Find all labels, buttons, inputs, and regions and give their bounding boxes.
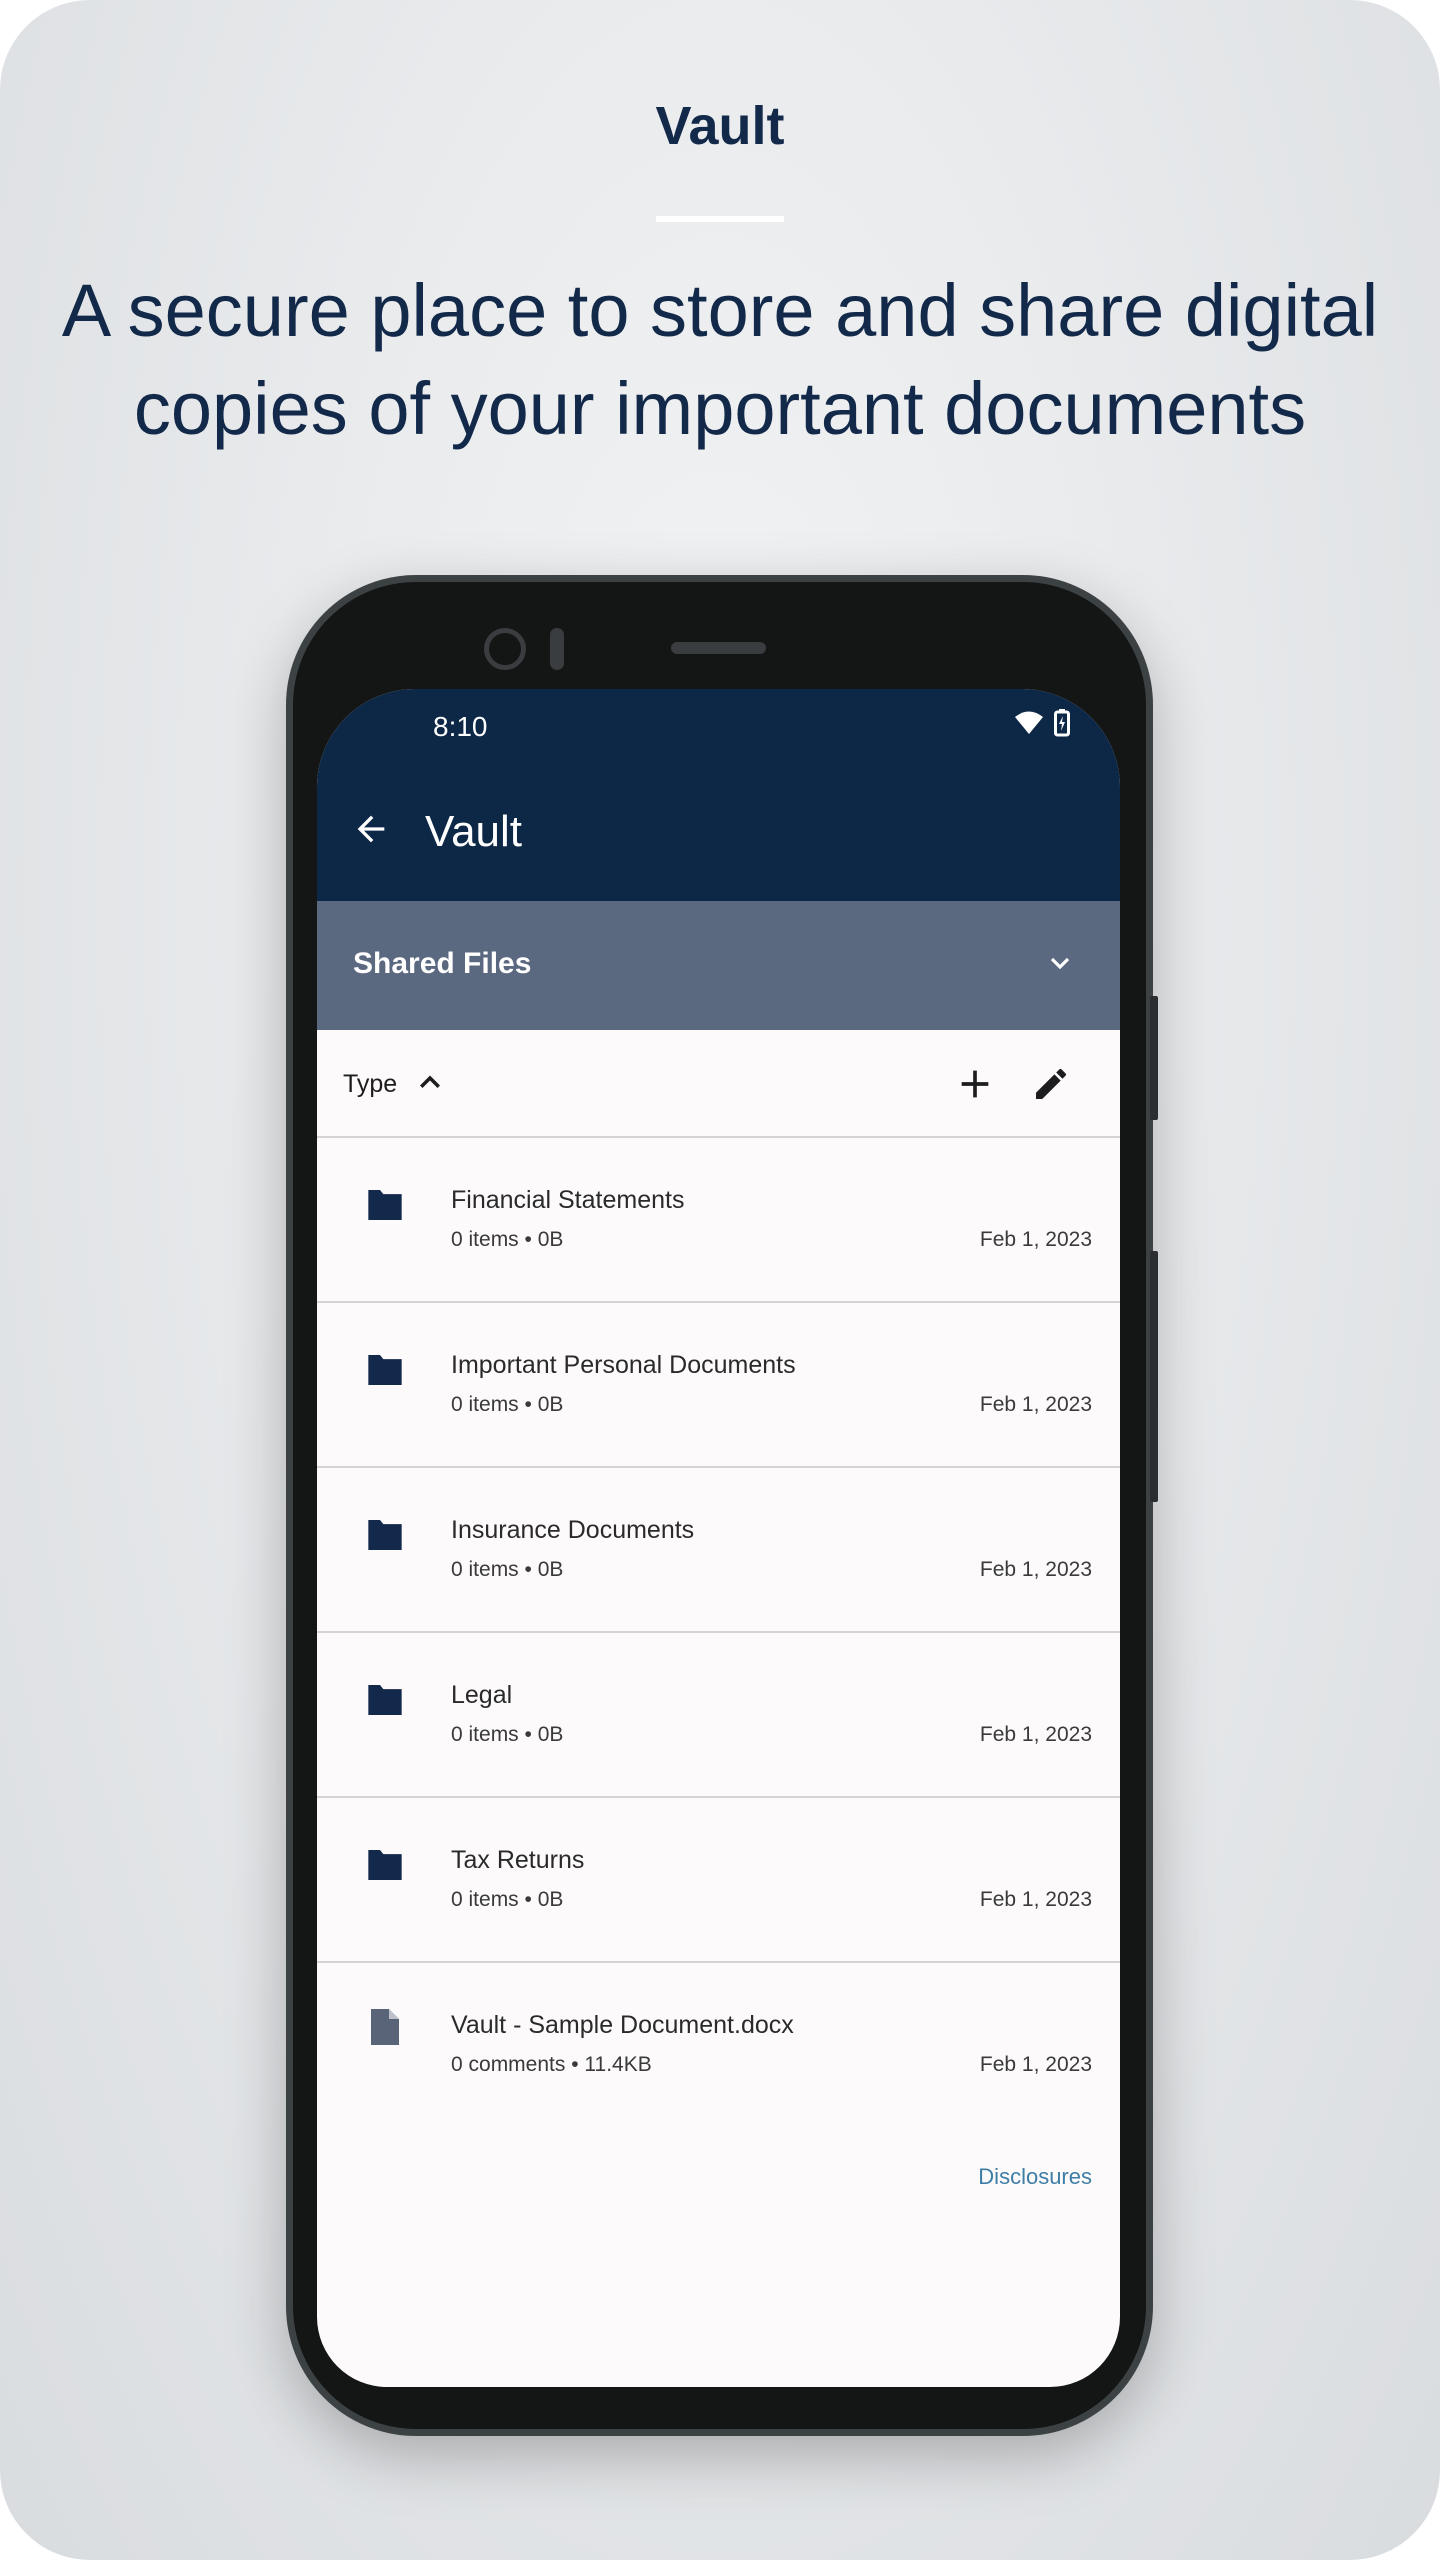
file-meta: 0 items • 0B (451, 1393, 564, 1416)
back-button[interactable] (351, 809, 391, 859)
hero-subtitle-line: A secure place to store and share digita… (61, 269, 1379, 352)
folder-icon (368, 1850, 402, 1880)
folder-icon (368, 1190, 402, 1220)
hero-subtitle: A secure place to store and share digita… (60, 262, 1380, 458)
camera-icon (484, 628, 526, 670)
chevron-up-icon[interactable] (415, 1068, 445, 1098)
file-date: Feb 1, 2023 (979, 1558, 1092, 1581)
file-name: Vault - Sample Document.docx (451, 2011, 794, 2039)
file-meta: 0 items • 0B (451, 1558, 564, 1581)
arrow-left-icon (357, 815, 385, 843)
battery-charging-icon (1054, 709, 1070, 737)
file-name: Tax Returns (451, 1846, 585, 1874)
list-item[interactable]: Insurance Documents 0 items • 0B Feb 1, … (317, 1468, 1120, 1633)
hero-title: Vault (655, 96, 785, 156)
hero-divider (656, 216, 784, 222)
list-item[interactable]: Legal 0 items • 0B Feb 1, 2023 (317, 1633, 1120, 1798)
power-button (1150, 996, 1158, 1120)
chevron-down-icon (1050, 957, 1070, 970)
list-item[interactable]: Important Personal Documents 0 items • 0… (317, 1303, 1120, 1468)
file-name: Insurance Documents (451, 1516, 695, 1544)
sort-type-button[interactable]: Type (343, 1070, 397, 1099)
app-title: Vault (425, 807, 523, 856)
app-bar: 8:10 Vault (317, 689, 1120, 901)
disclosures-link[interactable]: Disclosures (978, 2164, 1092, 2190)
list-item[interactable]: Vault - Sample Document.docx 0 comments … (317, 1963, 1120, 2128)
document-icon (371, 2009, 399, 2045)
folder-icon (368, 1355, 402, 1385)
file-name: Important Personal Documents (451, 1351, 796, 1379)
volume-button (1150, 1251, 1158, 1502)
speaker (671, 642, 766, 654)
file-meta: 0 items • 0B (451, 1228, 564, 1251)
file-date: Feb 1, 2023 (979, 1723, 1092, 1746)
hero-subtitle-line: copies of your important documents (133, 367, 1307, 450)
shared-files-label: Shared Files (353, 947, 532, 980)
status-icons (1014, 709, 1070, 737)
folder-icon (368, 1685, 402, 1715)
file-date: Feb 1, 2023 (979, 1393, 1092, 1416)
file-date: Feb 1, 2023 (979, 1228, 1092, 1251)
file-name: Financial Statements (451, 1186, 685, 1214)
file-meta: 0 items • 0B (451, 1888, 564, 1911)
list-item[interactable]: Tax Returns 0 items • 0B Feb 1, 2023 (317, 1798, 1120, 1963)
pencil-icon[interactable] (1031, 1064, 1071, 1104)
promo-background: Vault A secure place to store and share … (0, 0, 1440, 2560)
file-date: Feb 1, 2023 (979, 1888, 1092, 1911)
plus-icon[interactable] (955, 1064, 995, 1104)
sort-toolbar: Type (317, 1030, 1120, 1138)
sensor (550, 628, 564, 670)
phone-screen: 8:10 Vault Shared Files Type Financial S… (317, 689, 1120, 2387)
file-meta: 0 items • 0B (451, 1723, 564, 1746)
folder-icon (368, 1520, 402, 1550)
file-meta: 0 comments • 11.4KB (451, 2053, 652, 2076)
file-name: Legal (451, 1681, 513, 1709)
status-time: 8:10 (433, 711, 488, 742)
shared-files-dropdown[interactable]: Shared Files (317, 901, 1120, 1030)
list-item[interactable]: Financial Statements 0 items • 0B Feb 1,… (317, 1138, 1120, 1303)
file-date: Feb 1, 2023 (979, 2053, 1092, 2076)
wifi-icon (1015, 711, 1043, 734)
